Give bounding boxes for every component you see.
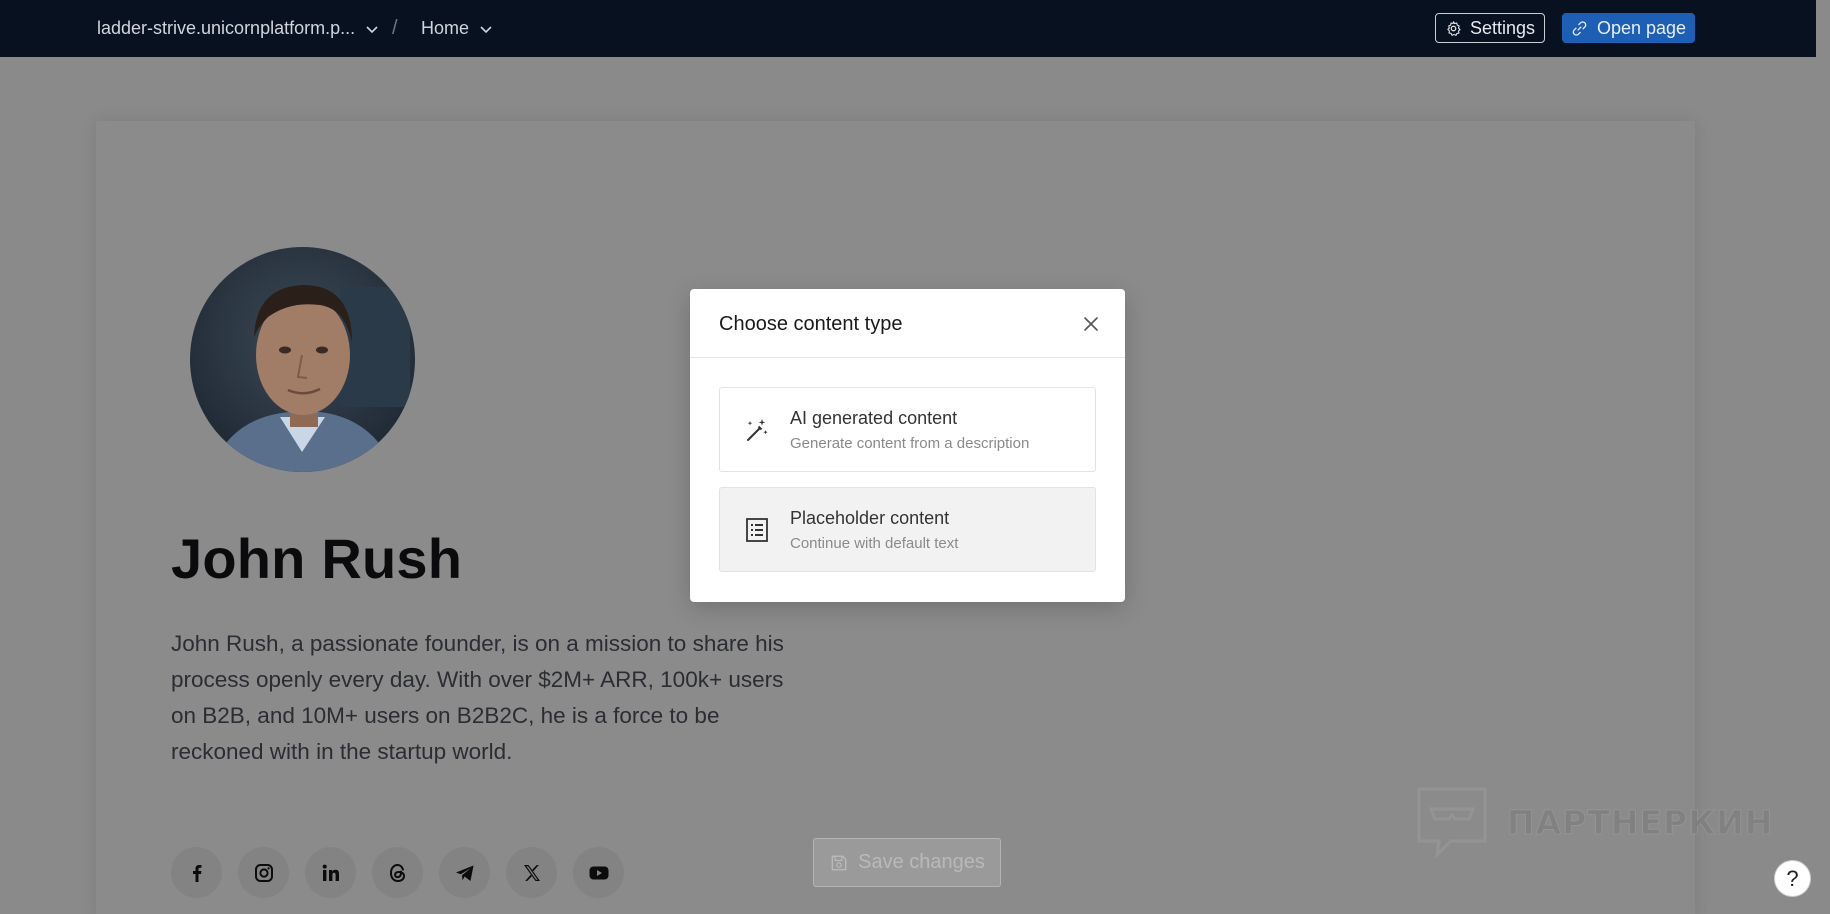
telegram-icon [455,865,473,881]
breadcrumb-separator: / [392,17,398,39]
save-changes-label: Save changes [858,851,985,873]
page-selector[interactable]: Home [421,0,493,57]
option-ai-title: AI generated content [790,408,958,428]
x-icon [523,864,540,881]
profile-photo [190,247,415,472]
help-label: ? [1786,865,1799,891]
site-name: ladder-strive.unicornplatform.p... [97,18,356,38]
link-icon [1572,20,1587,36]
profile-bio: John Rush, a passionate founder, is on a… [171,631,784,764]
option-placeholder-subtitle: Continue with default text [790,535,959,552]
facebook-icon [192,864,201,882]
help-button[interactable]: ? [1774,860,1811,897]
save-changes-button[interactable]: Save changes [813,838,1001,887]
watermark: ПАРТНЕРКИН [1415,785,1773,859]
facebook-link[interactable] [171,847,222,898]
chat-mask-icon [1417,787,1487,859]
top-bar: ladder-strive.unicornplatform.p... / Hom… [0,0,1816,57]
option-placeholder-title: Placeholder content [790,508,950,528]
close-icon[interactable] [1080,313,1102,335]
linkedin-link[interactable] [305,847,356,898]
magic-wand-icon [747,419,768,441]
option-ai-generated[interactable]: AI generated content Generate content fr… [719,387,1096,472]
profile-name: John Rush [171,527,463,590]
telegram-link[interactable] [439,847,490,898]
instagram-icon [254,863,273,882]
save-icon [831,855,847,870]
open-page-label: Open page [1596,17,1687,38]
chevron-down-icon [480,25,492,33]
list-icon [746,518,768,542]
content-type-modal: Choose content type AI generated content… [690,289,1125,602]
gear-icon [1447,20,1461,36]
chevron-down-icon [366,25,378,33]
threads-icon [389,863,405,882]
settings-label: Settings [1469,17,1536,38]
threads-link[interactable] [372,847,423,898]
settings-button[interactable]: Settings [1435,13,1545,43]
instagram-link[interactable] [238,847,289,898]
site-selector[interactable]: ladder-strive.unicornplatform.p... [97,0,379,57]
youtube-link[interactable] [573,847,624,898]
modal-title: Choose content type [719,313,903,335]
option-ai-subtitle: Generate content from a description [790,435,1030,452]
watermark-text: ПАРТНЕРКИН [1506,802,1774,842]
youtube-icon [589,866,608,879]
x-link[interactable] [506,847,557,898]
modal-header: Choose content type [690,289,1125,358]
option-placeholder[interactable]: Placeholder content Continue with defaul… [719,487,1096,572]
open-page-button[interactable]: Open page [1562,13,1695,43]
linkedin-icon [322,864,339,881]
avatar[interactable] [190,247,415,472]
social-links [171,847,624,898]
page-name: Home [421,18,470,38]
